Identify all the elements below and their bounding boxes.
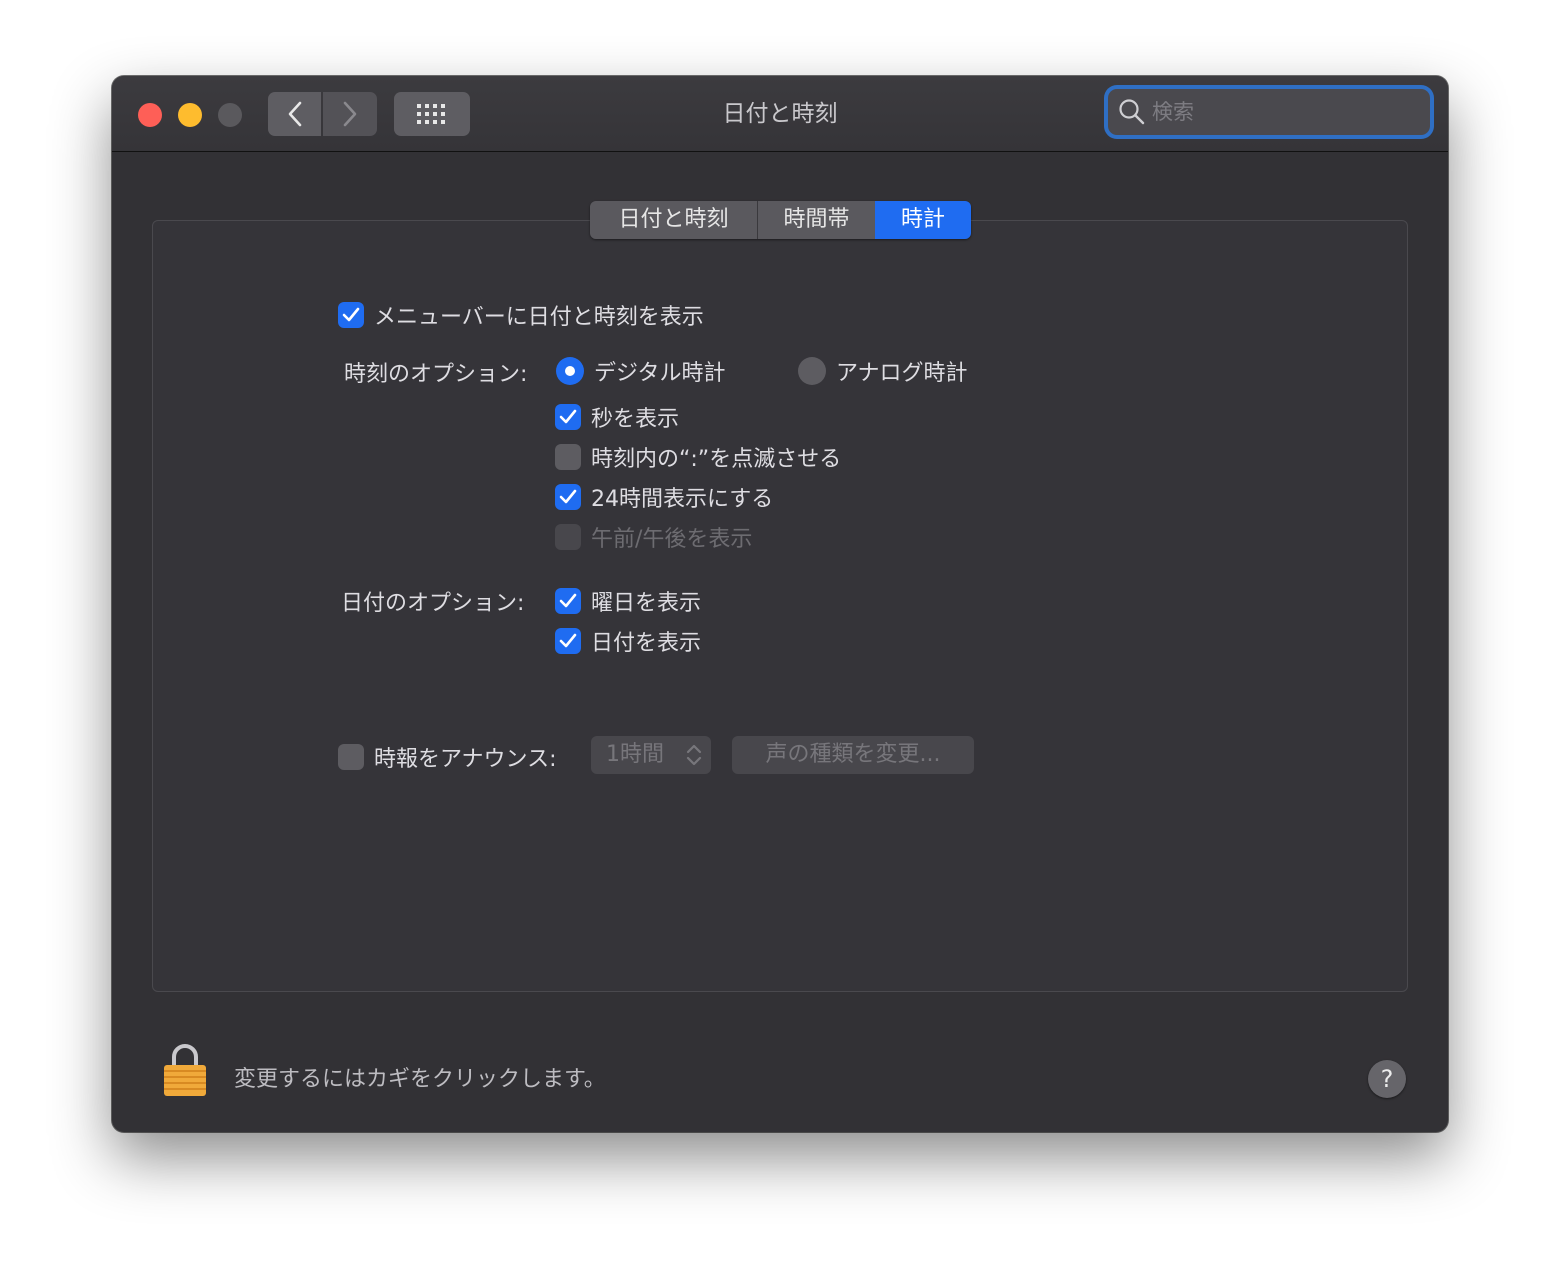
minimize-button[interactable]: [178, 103, 202, 127]
lock-message: 変更するにはカギをクリックします。: [234, 1067, 606, 1092]
analog-clock-radio[interactable]: アナログ時計: [798, 355, 968, 387]
preferences-window: 日付と時刻 日付と時刻 時間帯 時計 メニューバーに日付と時刻を表示 時刻のオプ…: [112, 76, 1448, 1132]
analog-clock-label: アナログ時計: [836, 361, 968, 386]
tab-clock[interactable]: 時計: [875, 201, 971, 239]
tab-time-zone[interactable]: 時間帯: [758, 201, 875, 239]
show-in-menubar-checkbox[interactable]: メニューバーに日付と時刻を表示: [338, 299, 704, 331]
radio-selected[interactable]: [556, 357, 584, 385]
announce-checkbox[interactable]: 時報をアナウンス:: [338, 741, 557, 773]
search-input[interactable]: [1148, 100, 1412, 124]
forward-button[interactable]: [323, 92, 377, 136]
show-ampm-checkbox: 午前/午後を表示: [555, 521, 752, 553]
announce-interval-popup: 1時間: [591, 736, 711, 774]
checkmark-icon: [559, 633, 577, 648]
digital-clock-label: デジタル時計: [594, 361, 726, 386]
checkmark-icon: [559, 489, 577, 504]
show-ampm-label: 午前/午後を表示: [591, 527, 753, 552]
digital-clock-radio[interactable]: デジタル時計: [556, 355, 726, 387]
forward-chevron-icon: [343, 101, 357, 127]
checkmark-icon: [559, 593, 577, 608]
announce-label: 時報をアナウンス:: [374, 747, 557, 772]
show-date-checkbox[interactable]: 日付を表示: [555, 625, 701, 657]
show-weekday-checkbox[interactable]: 曜日を表示: [555, 585, 701, 617]
show-in-menubar-label: メニューバーに日付と時刻を表示: [374, 305, 704, 330]
checkbox-checked[interactable]: [555, 628, 581, 654]
show-weekday-label: 曜日を表示: [591, 591, 702, 616]
help-button[interactable]: ?: [1368, 1060, 1406, 1098]
checkbox-disabled: [555, 524, 581, 550]
search-icon: [1118, 97, 1148, 127]
flash-separators-label: 時刻内の“:”を点滅させる: [591, 447, 842, 472]
checkmark-icon: [342, 307, 360, 322]
radio-unselected[interactable]: [798, 357, 826, 385]
flash-separators-checkbox[interactable]: 時刻内の“:”を点滅させる: [555, 441, 841, 473]
show-seconds-label: 秒を表示: [591, 407, 680, 432]
titlebar: 日付と時刻: [112, 76, 1448, 152]
show-date-label: 日付を表示: [591, 631, 702, 656]
checkmark-icon: [559, 409, 577, 424]
close-button[interactable]: [138, 103, 162, 127]
customize-voice-button: 声の種類を変更...: [732, 736, 974, 774]
checkbox-unchecked[interactable]: [555, 444, 581, 470]
announce-interval-value: 1時間: [606, 742, 664, 767]
show-all-button[interactable]: [394, 92, 470, 136]
search-field[interactable]: [1108, 89, 1430, 135]
use-24h-label: 24時間表示にする: [591, 487, 774, 512]
checkbox-checked[interactable]: [338, 302, 364, 328]
checkbox-checked[interactable]: [555, 404, 581, 430]
checkbox-checked[interactable]: [555, 588, 581, 614]
tab-date-time[interactable]: 日付と時刻: [590, 201, 758, 239]
show-seconds-checkbox[interactable]: 秒を表示: [555, 401, 679, 433]
use-24h-checkbox[interactable]: 24時間表示にする: [555, 481, 773, 513]
tab-bar: 日付と時刻 時間帯 時計: [590, 201, 971, 239]
checkbox-checked[interactable]: [555, 484, 581, 510]
zoom-button[interactable]: [218, 103, 242, 127]
date-options-label: 日付のオプション:: [341, 591, 525, 616]
back-chevron-icon: [288, 101, 301, 127]
back-button[interactable]: [268, 92, 321, 136]
grid-icon: [417, 104, 445, 124]
checkbox-unchecked[interactable]: [338, 744, 364, 770]
updown-arrows-icon: [686, 744, 702, 766]
lock-icon[interactable]: [162, 1041, 208, 1097]
time-options-label: 時刻のオプション:: [344, 362, 528, 387]
